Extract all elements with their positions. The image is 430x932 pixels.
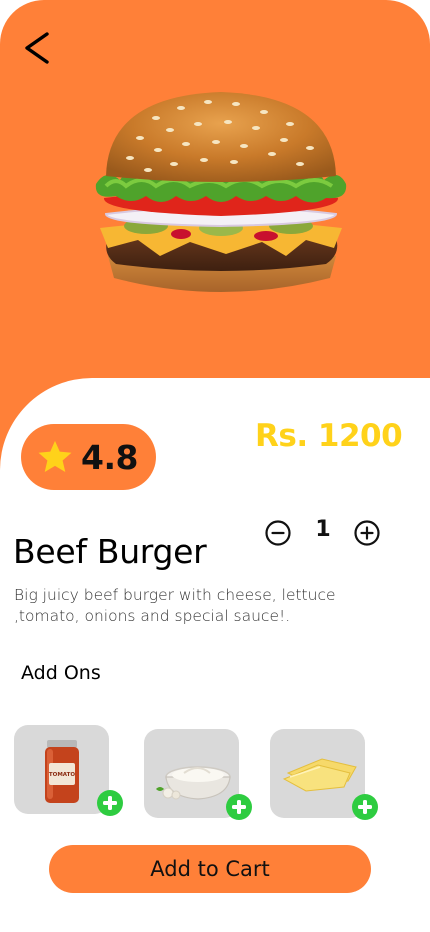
addon-card-mayonnaise[interactable] <box>144 729 239 818</box>
plus-circle-icon[interactable] <box>353 519 381 547</box>
addon-card-tomato-sauce[interactable]: TOMATO <box>14 725 109 814</box>
rating-value: 4.8 <box>81 437 138 477</box>
add-to-cart-button[interactable]: Add to Cart <box>49 845 371 893</box>
tomato-sauce-jar-image: TOMATO <box>45 740 79 803</box>
add-tomato-sauce-plus-icon[interactable] <box>97 790 123 816</box>
mayonnaise-bowl-image <box>156 766 231 800</box>
product-price: Rs. 1200 <box>255 418 403 454</box>
burger-image <box>95 92 347 292</box>
product-detail-screen: 4.8 Rs. 1200 1 Beef Burger Big juicy bee… <box>0 0 430 932</box>
chevron-left-icon <box>25 32 49 64</box>
addons-heading: Add Ons <box>21 662 101 684</box>
rating-badge: 4.8 <box>21 424 156 490</box>
cheese-slices-image <box>282 758 357 792</box>
add-mayonnaise-plus-icon[interactable] <box>226 794 252 820</box>
addon-card-cheese[interactable] <box>270 729 365 818</box>
star-icon <box>38 440 72 473</box>
jar-label: TOMATO <box>49 772 75 778</box>
add-cheese-plus-icon[interactable] <box>352 794 378 820</box>
back-button[interactable] <box>14 26 58 70</box>
quantity-value: 1 <box>315 517 331 542</box>
product-description: Big juicy beef burger with cheese, lettu… <box>14 586 336 625</box>
product-title: Beef Burger <box>13 532 207 571</box>
